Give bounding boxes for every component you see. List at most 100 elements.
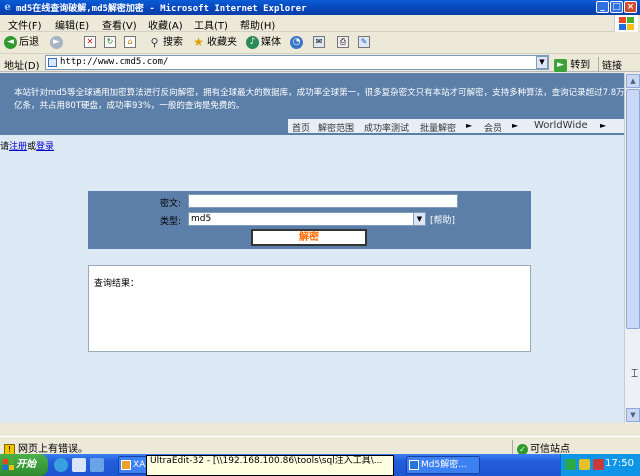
menu-tools[interactable]: 工具(T): [194, 17, 228, 32]
cipher-label: 密文:: [160, 199, 182, 209]
nav-home[interactable]: 首页: [292, 121, 310, 134]
app-quicklaunch-icon[interactable]: [90, 458, 104, 472]
star-icon: ★: [193, 34, 204, 49]
web-page: 本站针对md5等全球通用加密算法进行反向解密，拥有全球最大的数据库，成功率全球第…: [0, 73, 624, 423]
warning-icon: !: [4, 443, 15, 455]
windows-logo-icon: [614, 15, 638, 32]
maximize-button[interactable]: □: [610, 1, 623, 13]
favorites-label: 收藏夹: [207, 37, 237, 48]
home-icon: ⌂: [124, 36, 136, 48]
toolbar: ◄ 后退 ► ✕ ↻ ⌂ ⚲ 搜索 ★ 收藏夹 ♪ 媒体 ◔ ✉ ⎙ ✎: [0, 32, 640, 54]
scroll-thumb[interactable]: [626, 89, 640, 329]
close-button[interactable]: ×: [624, 1, 637, 13]
search-icon: ⚲: [150, 35, 159, 49]
system-tray: 17:50: [560, 454, 640, 476]
title-bar: e md5在线查询破解,md5解密加密 - Microsoft Internet…: [0, 0, 640, 15]
back-arrow-icon: ◄: [4, 35, 17, 49]
menu-edit[interactable]: 编辑(E): [55, 17, 89, 32]
menu-file[interactable]: 文件(F): [8, 17, 42, 32]
print-button[interactable]: ⎙: [337, 35, 349, 51]
site-nav: 首页 解密范围 成功率测试 批量解密 ► 会员 ► WorldWide ►: [288, 119, 624, 134]
history-icon: ◔: [290, 35, 303, 49]
nav-batch-decrypt[interactable]: 批量解密: [420, 121, 456, 134]
decrypt-form: 密文: 类型: md5 ▼ [帮助] 解密: [88, 191, 531, 249]
address-input[interactable]: http://www.cmd5.com/: [45, 55, 549, 70]
go-arrow-icon: ►: [554, 58, 567, 72]
start-label: 开始: [16, 459, 36, 470]
back-label: 后退: [19, 37, 39, 48]
task-xa[interactable]: XA: [118, 456, 148, 474]
edit-button[interactable]: ✎: [358, 35, 370, 51]
tooltip-text: UltraEdit-32 - [\\192.168.100.86\tools\s…: [150, 456, 383, 466]
nav-worldwide[interactable]: WorldWide: [534, 120, 588, 131]
go-button[interactable]: ► 转到: [554, 56, 590, 72]
media-button[interactable]: ♪ 媒体: [246, 35, 281, 51]
links-button[interactable]: 链接: [598, 57, 622, 72]
address-dropdown-icon[interactable]: ▼: [536, 56, 548, 69]
decrypt-button[interactable]: 解密: [251, 229, 367, 246]
scroll-up-icon[interactable]: ▲: [626, 74, 640, 88]
minimize-button[interactable]: _: [596, 1, 609, 13]
nav-decrypt-range[interactable]: 解密范围: [318, 121, 354, 134]
address-label: 地址(D): [4, 61, 40, 72]
status-message[interactable]: ! 网页上有错误。: [4, 440, 88, 455]
back-button[interactable]: ◄ 后退: [4, 35, 39, 51]
nav-arrow-icon: ►: [512, 121, 519, 130]
address-bar: 地址(D) http://www.cmd5.com/ ▼ ► 转到 链接: [0, 54, 640, 72]
type-select[interactable]: md5 ▼: [188, 212, 426, 226]
go-label: 转到: [570, 60, 591, 71]
security-zone: ✓ 可信站点: [512, 440, 570, 455]
register-link[interactable]: 注册: [9, 142, 27, 152]
ie-quicklaunch-icon[interactable]: [54, 458, 68, 472]
help-link[interactable]: [帮助]: [430, 213, 455, 226]
address-url: http://www.cmd5.com/: [60, 57, 169, 67]
forward-button[interactable]: ►: [50, 35, 65, 51]
scroll-down-icon[interactable]: ▼: [626, 408, 640, 422]
mail-button[interactable]: ✉: [313, 35, 325, 51]
mail-icon: ✉: [313, 36, 325, 48]
media-icon: ♪: [246, 35, 259, 49]
status-bar: ! 网页上有错误。 ✓ 可信站点: [0, 436, 640, 455]
menu-view[interactable]: 查看(V): [102, 17, 137, 32]
nav-member[interactable]: 会员: [484, 121, 502, 134]
site-intro: 本站针对md5等全球通用加密算法进行反向解密，拥有全球最大的数据库，成功率全球第…: [14, 88, 624, 111]
register-prefix: 请: [0, 142, 10, 152]
type-label: 类型:: [160, 217, 182, 227]
history-button[interactable]: ◔: [290, 35, 305, 51]
task-md5-label: Md5解密...: [421, 460, 467, 470]
taskbar-tooltip: UltraEdit-32 - [\\192.168.100.86\tools\s…: [146, 455, 394, 476]
task-md5[interactable]: Md5解密...: [406, 456, 480, 474]
home-button[interactable]: ⌂: [124, 35, 136, 51]
nav-success-test[interactable]: 成功率测试: [364, 121, 409, 134]
media-label: 媒体: [261, 37, 281, 48]
task-xa-label: XA: [133, 460, 146, 470]
login-link[interactable]: 登录: [36, 142, 54, 152]
favorites-button[interactable]: ★ 收藏夹: [192, 35, 237, 51]
search-button[interactable]: ⚲ 搜索: [148, 35, 183, 51]
menu-favorites[interactable]: 收藏(A): [148, 17, 183, 32]
chevron-down-icon: ▼: [413, 213, 425, 225]
register-or: 或: [27, 142, 37, 152]
check-icon: ✓: [517, 443, 528, 455]
menu-bar: 文件(F) 编辑(E) 查看(V) 收藏(A) 工具(T) 帮助(H): [0, 15, 640, 32]
nav-arrow-icon: ►: [600, 121, 607, 130]
ie-icon: [409, 460, 419, 470]
stop-button[interactable]: ✕: [84, 35, 96, 51]
security-icon[interactable]: [593, 459, 604, 470]
network-icon[interactable]: [565, 459, 576, 470]
search-label: 搜索: [163, 37, 183, 48]
start-button[interactable]: 开始: [0, 454, 48, 476]
windows-flag-icon: [3, 459, 14, 470]
window-title: md5在线查询破解,md5解密加密 - Microsoft Internet E…: [16, 4, 307, 14]
nav-arrow-icon: ►: [466, 121, 473, 130]
menu-help[interactable]: 帮助(H): [240, 17, 275, 32]
desktop-quicklaunch-icon[interactable]: [72, 458, 86, 472]
cipher-input[interactable]: [188, 194, 458, 208]
site-banner: 本站针对md5等全球通用加密算法进行反向解密，拥有全球最大的数据库，成功率全球第…: [0, 73, 624, 135]
result-label: 查询结果：: [94, 279, 140, 289]
volume-icon[interactable]: [579, 459, 590, 470]
forward-arrow-icon: ►: [50, 35, 63, 49]
ie-logo-icon: e: [4, 2, 11, 13]
refresh-button[interactable]: ↻: [104, 35, 116, 51]
page-icon: [48, 58, 57, 67]
